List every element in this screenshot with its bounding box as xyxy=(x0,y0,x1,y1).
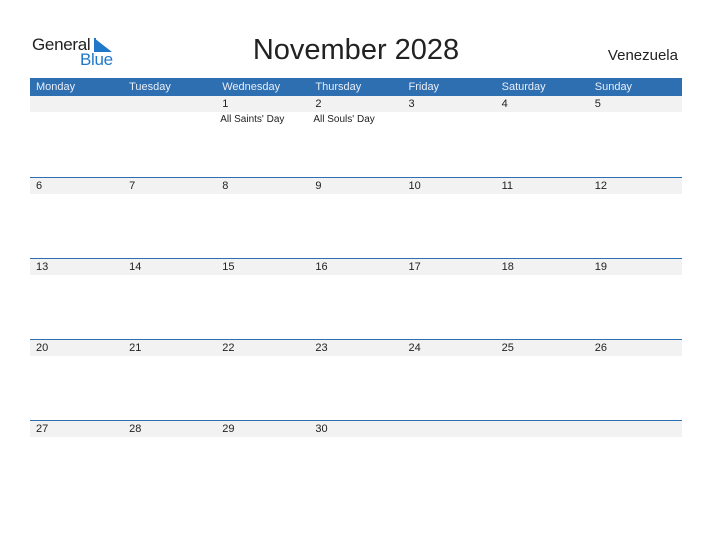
day-number: 30 xyxy=(315,423,328,435)
day-number: 1 xyxy=(222,98,229,110)
day-number: 24 xyxy=(408,342,421,354)
day-cell: 12 xyxy=(589,178,682,259)
week-row: 20 21 22 23 24 25 26 xyxy=(30,339,682,421)
day-cell: 30 xyxy=(309,421,402,502)
day-cell: 21 xyxy=(123,340,216,421)
day-cell: 1 All Saints' Day xyxy=(216,96,309,177)
day-cell: 8 xyxy=(216,178,309,259)
day-number: 29 xyxy=(222,423,235,435)
day-number: 18 xyxy=(501,261,514,273)
day-cell xyxy=(30,96,123,177)
day-number: 22 xyxy=(222,342,235,354)
day-number: 12 xyxy=(594,180,607,192)
day-number: 16 xyxy=(315,261,328,273)
day-number: 7 xyxy=(129,180,136,192)
day-cell: 17 xyxy=(403,259,496,340)
week-cells: 13 14 15 16 17 18 19 xyxy=(30,259,682,340)
day-cell: 28 xyxy=(123,421,216,502)
day-cell: 15 xyxy=(216,259,309,340)
day-cell: 25 xyxy=(496,340,589,421)
day-number: 10 xyxy=(408,180,421,192)
day-cell: 4 xyxy=(496,96,589,177)
week-row: 6 7 8 9 10 11 12 xyxy=(30,177,682,259)
day-number: 9 xyxy=(315,180,322,192)
day-cell: 22 xyxy=(216,340,309,421)
day-number: 3 xyxy=(408,98,415,110)
day-cell: 29 xyxy=(216,421,309,502)
day-cell: 3 xyxy=(403,96,496,177)
weekday-header: Monday Tuesday Wednesday Thursday Friday… xyxy=(30,78,682,96)
weekday-wednesday: Wednesday xyxy=(222,81,281,93)
day-number: 26 xyxy=(594,342,607,354)
day-number: 20 xyxy=(36,342,49,354)
day-cell: 2 All Souls' Day xyxy=(309,96,402,177)
day-number: 4 xyxy=(501,98,508,110)
day-cell: 14 xyxy=(123,259,216,340)
day-number: 13 xyxy=(36,261,49,273)
day-cell: 10 xyxy=(403,178,496,259)
day-cell: 27 xyxy=(30,421,123,502)
week-cells: 20 21 22 23 24 25 26 xyxy=(30,340,682,421)
day-number: 25 xyxy=(501,342,514,354)
day-cell: 18 xyxy=(496,259,589,340)
week-row: 1 All Saints' Day 2 All Souls' Day 3 4 5 xyxy=(30,96,682,177)
day-number: 21 xyxy=(129,342,142,354)
day-number: 19 xyxy=(594,261,607,273)
day-number: 14 xyxy=(129,261,142,273)
weekday-thursday: Thursday xyxy=(315,81,362,93)
day-number: 5 xyxy=(594,98,601,110)
day-cell: 11 xyxy=(496,178,589,259)
weekday-monday: Monday xyxy=(36,81,76,93)
day-number: 2 xyxy=(315,98,322,110)
day-number: 23 xyxy=(315,342,328,354)
day-cell: 13 xyxy=(30,259,123,340)
day-cell: 23 xyxy=(309,340,402,421)
day-number: 8 xyxy=(222,180,229,192)
week-row: 27 28 29 30 xyxy=(30,420,682,502)
day-number: 17 xyxy=(408,261,421,273)
day-cell: 6 xyxy=(30,178,123,259)
day-number: 11 xyxy=(501,180,514,192)
day-number: 27 xyxy=(36,423,49,435)
week-cells: 1 All Saints' Day 2 All Souls' Day 3 4 5 xyxy=(30,96,682,177)
day-cell: 7 xyxy=(123,178,216,259)
country-label: Venezuela xyxy=(607,47,678,64)
day-cell xyxy=(589,421,682,502)
day-cell xyxy=(403,421,496,502)
week-cells: 27 28 29 30 xyxy=(30,421,682,502)
day-cell: 9 xyxy=(309,178,402,259)
day-number: 15 xyxy=(222,261,235,273)
day-number: 28 xyxy=(129,423,142,435)
holiday-label: All Saints' Day xyxy=(220,114,285,125)
calendar-title: November 2028 xyxy=(252,34,460,66)
week-cells: 6 7 8 9 10 11 12 xyxy=(30,178,682,259)
day-cell: 19 xyxy=(589,259,682,340)
day-cell: 16 xyxy=(309,259,402,340)
week-row: 13 14 15 16 17 18 19 xyxy=(30,258,682,340)
day-cell xyxy=(123,96,216,177)
holiday-label: All Souls' Day xyxy=(313,114,375,125)
weekday-sunday: Sunday xyxy=(594,81,633,93)
day-cell: 20 xyxy=(30,340,123,421)
weekday-tuesday: Tuesday xyxy=(129,81,171,93)
day-number: 6 xyxy=(36,180,43,192)
day-cell: 26 xyxy=(589,340,682,421)
day-cell: 24 xyxy=(403,340,496,421)
day-cell: 5 xyxy=(589,96,682,177)
day-cell xyxy=(496,421,589,502)
weekday-saturday: Saturday xyxy=(501,81,546,93)
weekday-friday: Friday xyxy=(408,81,440,93)
